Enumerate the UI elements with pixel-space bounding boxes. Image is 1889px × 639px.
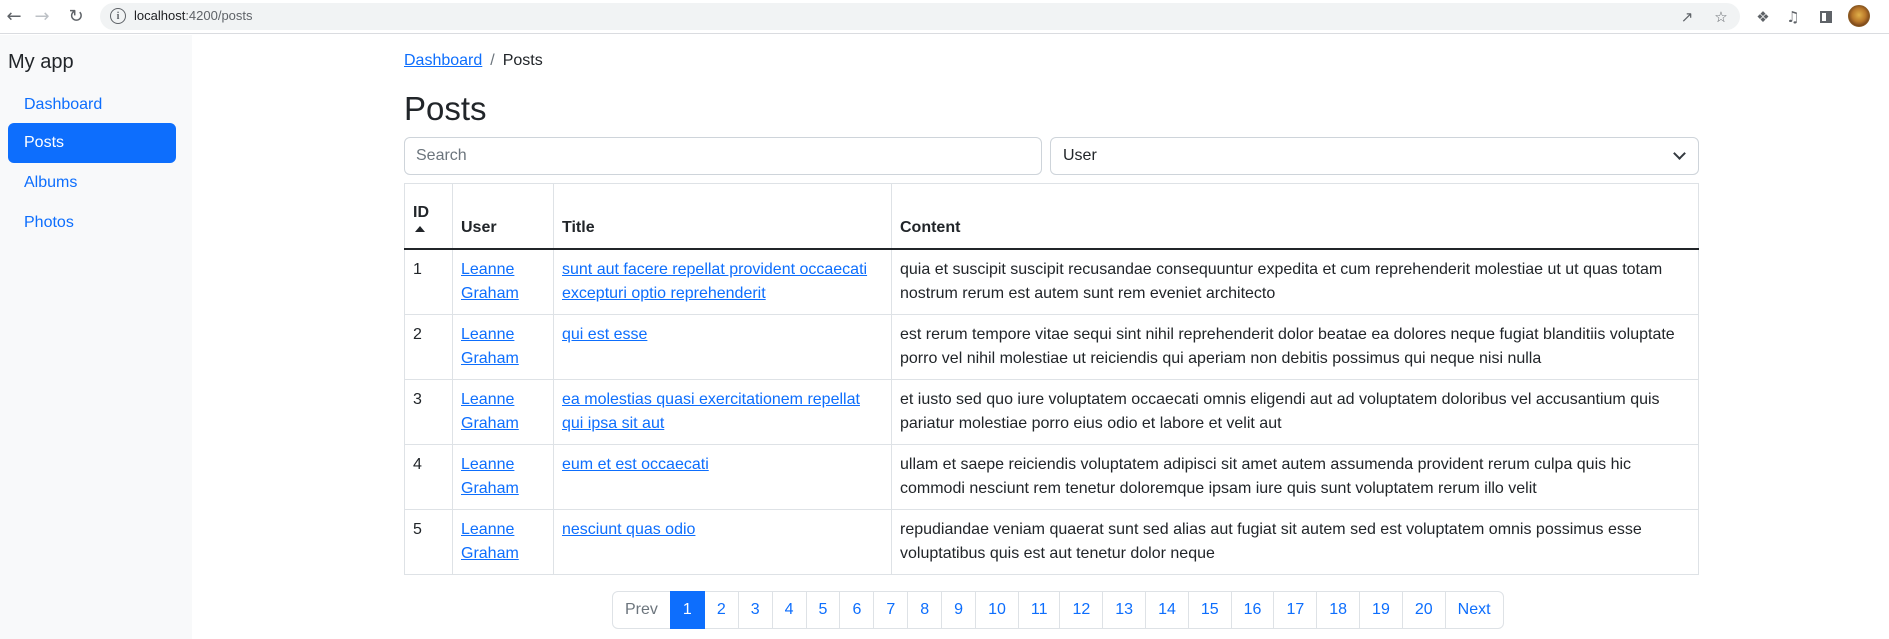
user-link[interactable]: Leanne Graham [461, 261, 519, 302]
column-header-title: Title [553, 183, 892, 250]
posts-table: ID User Title Content 1 Leanne Graham su… [404, 183, 1699, 575]
page-button-7[interactable]: 7 [873, 591, 909, 629]
column-header-id[interactable]: ID [404, 183, 453, 250]
cell-title: qui est esse [553, 313, 892, 380]
profile-avatar[interactable] [1848, 5, 1870, 27]
browser-toolbar: ← → ↻ i localhost:4200/posts ↗ ☆ ❖ ♫ [0, 0, 1889, 34]
page-button-1[interactable]: 1 [669, 591, 705, 629]
page-button-12[interactable]: 12 [1059, 591, 1104, 629]
breadcrumb-dashboard-link[interactable]: Dashboard [404, 52, 482, 70]
user-link[interactable]: Leanne Graham [461, 456, 519, 497]
page-button-19[interactable]: 19 [1359, 591, 1403, 629]
next-page-button[interactable]: Next [1444, 591, 1504, 629]
cell-content: ullam et saepe reiciendis voluptatem adi… [891, 443, 1699, 510]
search-input[interactable] [404, 137, 1042, 175]
cell-user: Leanne Graham [452, 508, 554, 575]
prev-page-button[interactable]: Prev [612, 591, 671, 629]
page-button-2[interactable]: 2 [703, 591, 739, 629]
cell-user: Leanne Graham [452, 378, 554, 445]
table-row: 4 Leanne Graham eum et est occaecati ull… [404, 443, 1699, 510]
table-row: 5 Leanne Graham nesciunt quas odio repud… [404, 508, 1699, 575]
cell-id: 5 [404, 508, 453, 575]
page-button-11[interactable]: 11 [1017, 591, 1061, 629]
user-link[interactable]: Leanne Graham [461, 326, 519, 367]
pagination: Prev 1 2 3 4 5 6 7 8 9 10 11 12 13 14 15… [612, 591, 1504, 629]
table-header-row: ID User Title Content [404, 183, 1699, 250]
site-info-icon[interactable]: i [110, 8, 126, 24]
page-button-3[interactable]: 3 [737, 591, 773, 629]
cell-title: ea molestias quasi exercitationem repell… [553, 378, 892, 445]
page-button-18[interactable]: 18 [1316, 591, 1361, 629]
cell-title: nesciunt quas odio [553, 508, 892, 575]
sidebar-item-dashboard[interactable]: Dashboard [8, 85, 176, 125]
user-filter-select[interactable]: User [1050, 137, 1699, 175]
cell-title: sunt aut facere repellat provident occae… [553, 248, 892, 315]
breadcrumb-separator: / [490, 52, 495, 69]
sidebar: My app Dashboard Posts Albums Photos [0, 35, 192, 639]
forward-icon[interactable]: → [30, 5, 54, 29]
page-button-20[interactable]: 20 [1401, 591, 1446, 629]
column-header-content: Content [891, 183, 1699, 250]
chevron-down-icon [1673, 147, 1686, 160]
side-panel-icon[interactable] [1815, 6, 1837, 28]
cell-user: Leanne Graham [452, 313, 554, 380]
post-title-link[interactable]: sunt aut facere repellat provident occae… [562, 261, 867, 302]
table-row: 2 Leanne Graham qui est esse est rerum t… [404, 313, 1699, 380]
reload-icon[interactable]: ↻ [64, 5, 88, 29]
post-title-link[interactable]: ea molestias quasi exercitationem repell… [562, 391, 860, 432]
page-button-8[interactable]: 8 [907, 591, 943, 629]
breadcrumb-current: Posts [502, 52, 543, 69]
media-icon[interactable]: ♫ [1782, 6, 1804, 28]
sidebar-item-albums[interactable]: Albums [8, 163, 176, 203]
page-button-13[interactable]: 13 [1102, 591, 1147, 629]
post-title-link[interactable]: qui est esse [562, 326, 647, 343]
cell-id: 4 [404, 443, 453, 510]
cell-content: et iusto sed quo iure voluptatem occaeca… [891, 378, 1699, 445]
page-button-5[interactable]: 5 [805, 591, 841, 629]
cell-id: 1 [404, 248, 453, 315]
back-icon[interactable]: ← [2, 5, 26, 29]
page-button-9[interactable]: 9 [941, 591, 977, 629]
cell-content: repudiandae veniam quaerat sunt sed alia… [891, 508, 1699, 575]
cell-id: 2 [404, 313, 453, 380]
user-filter-value: User [1063, 147, 1097, 164]
address-bar[interactable]: i localhost:4200/posts ↗ ☆ [100, 3, 1740, 30]
cell-content: est rerum tempore vitae sequi sint nihil… [891, 313, 1699, 380]
page-button-14[interactable]: 14 [1145, 591, 1189, 629]
cell-id: 3 [404, 378, 453, 445]
user-link[interactable]: Leanne Graham [461, 391, 519, 432]
post-title-link[interactable]: nesciunt quas odio [562, 521, 695, 538]
user-link[interactable]: Leanne Graham [461, 521, 519, 562]
cell-user: Leanne Graham [452, 443, 554, 510]
cell-title: eum et est occaecati [553, 443, 892, 510]
post-title-link[interactable]: eum et est occaecati [562, 456, 709, 473]
column-header-user: User [452, 183, 554, 250]
page-button-16[interactable]: 16 [1230, 591, 1275, 629]
page-button-17[interactable]: 17 [1273, 591, 1318, 629]
page-button-4[interactable]: 4 [771, 591, 807, 629]
sidebar-item-photos[interactable]: Photos [8, 203, 176, 243]
page-button-6[interactable]: 6 [839, 591, 875, 629]
breadcrumb: Dashboard / Posts [404, 52, 543, 70]
extensions-icon[interactable]: ❖ [1752, 6, 1774, 28]
table-row: 1 Leanne Graham sunt aut facere repellat… [404, 248, 1699, 315]
cell-user: Leanne Graham [452, 248, 554, 315]
cell-content: quia et suscipit suscipit recusandae con… [891, 248, 1699, 315]
page-button-10[interactable]: 10 [975, 591, 1019, 629]
page-title: Posts [404, 90, 487, 127]
app-brand: My app [8, 51, 74, 73]
share-icon[interactable]: ↗ [1677, 7, 1697, 27]
sort-ascending-icon [415, 225, 425, 232]
bookmark-star-icon[interactable]: ☆ [1711, 7, 1731, 27]
url-text[interactable]: localhost:4200/posts [134, 8, 253, 23]
page-button-15[interactable]: 15 [1187, 591, 1232, 629]
sidebar-item-posts[interactable]: Posts [8, 123, 176, 163]
table-row: 3 Leanne Graham ea molestias quasi exerc… [404, 378, 1699, 445]
